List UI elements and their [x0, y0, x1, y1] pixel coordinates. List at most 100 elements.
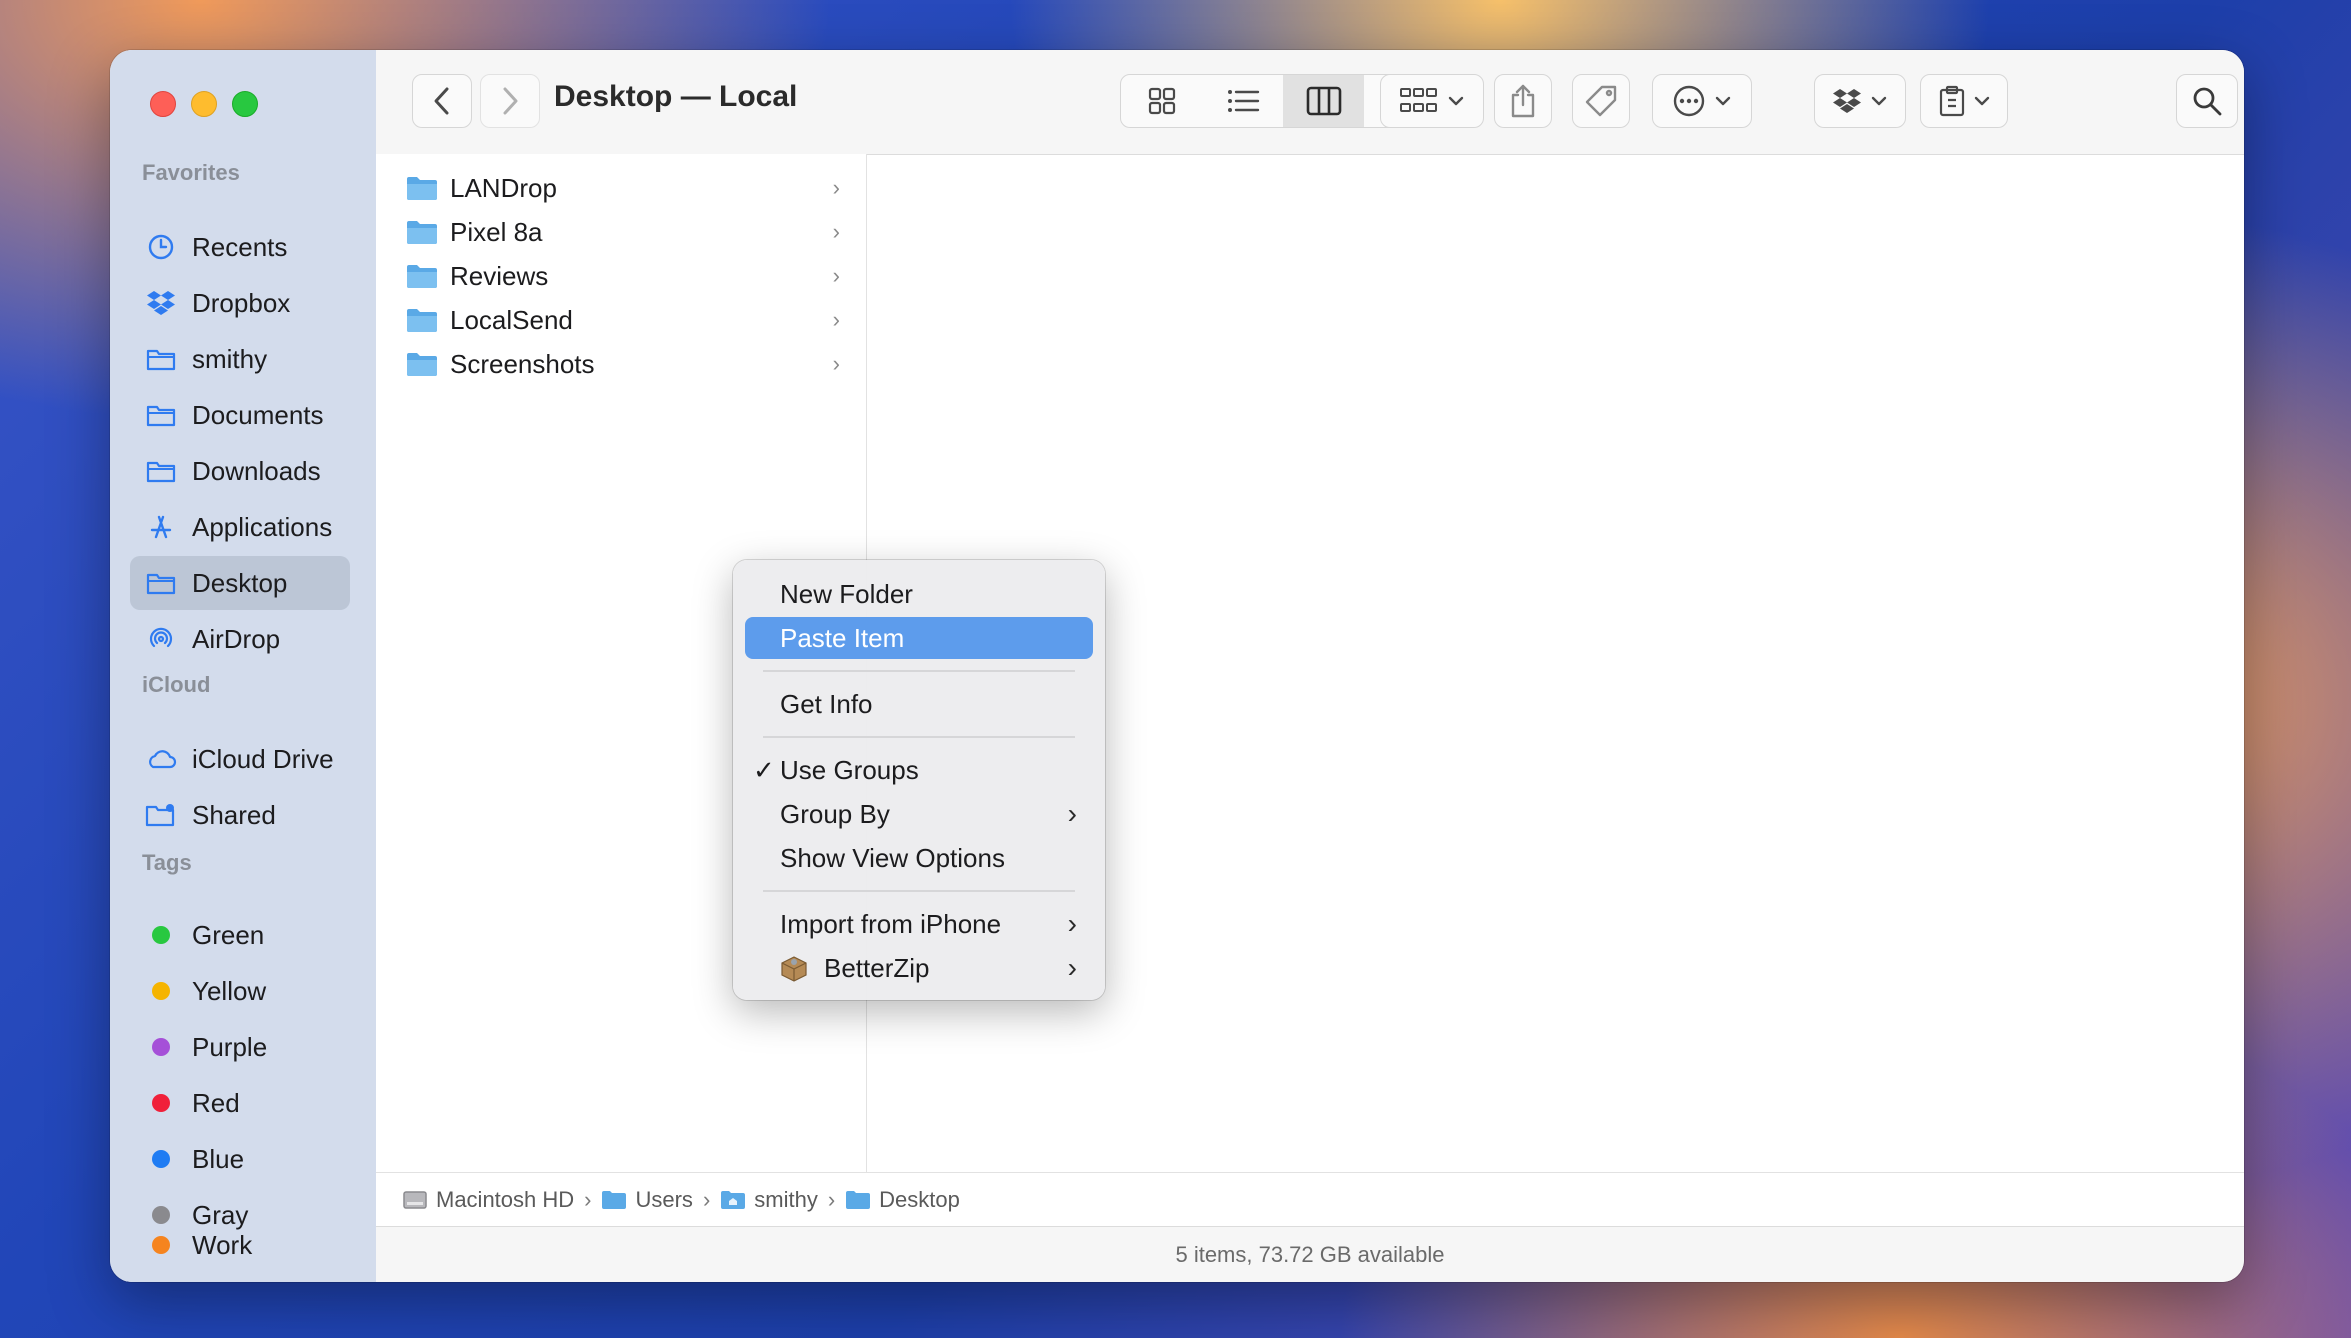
grid-icon [1148, 87, 1175, 115]
sidebar-item-applications[interactable]: Applications [130, 500, 350, 554]
sidebar-item-label: Recents [192, 231, 288, 262]
share-button[interactable] [1494, 74, 1552, 128]
sidebar-tag-red[interactable]: Red [130, 1076, 350, 1130]
sidebar-item-label: Yellow [192, 975, 267, 1006]
list-item[interactable]: Pixel 8a › [406, 210, 846, 254]
sidebar-item-downloads[interactable]: Downloads [130, 444, 350, 498]
list-item[interactable]: LANDrop › [406, 166, 846, 210]
path-crumb-macintosh-hd[interactable]: Macintosh HD [402, 1187, 574, 1213]
sidebar-item-shared[interactable]: Shared [130, 788, 350, 842]
menu-item-get-info[interactable]: Get Info [745, 683, 1093, 725]
menu-item-use-groups[interactable]: ✓ Use Groups [745, 749, 1093, 791]
chevron-down-icon [1715, 96, 1731, 106]
list-item[interactable]: LocalSend › [406, 298, 846, 342]
file-name: LANDrop [450, 172, 557, 203]
column-view-button[interactable] [1283, 75, 1364, 127]
list-view-button[interactable] [1202, 75, 1283, 127]
path-crumb-smithy[interactable]: smithy [720, 1187, 818, 1213]
sidebar-item-label: Work [192, 1229, 253, 1260]
path-label: smithy [754, 1186, 818, 1212]
sidebar-tag-green[interactable]: Green [130, 908, 350, 962]
menu-item-group-by[interactable]: Group By › [745, 793, 1093, 835]
sidebar-item-dropbox[interactable]: Dropbox [130, 276, 350, 330]
columns-icon [1306, 86, 1341, 116]
sidebar-item-airdrop[interactable]: AirDrop [130, 612, 350, 666]
clipboard-icon [1939, 85, 1965, 117]
chevron-down-icon [1974, 96, 1990, 106]
close-button[interactable] [150, 91, 176, 117]
hard-drive-icon [403, 1190, 427, 1209]
zoom-button[interactable] [232, 91, 258, 117]
menu-item-label: Show View Options [780, 842, 1005, 873]
status-text: 5 items, 73.72 GB available [1175, 1241, 1445, 1267]
sidebar-item-label: smithy [192, 343, 268, 374]
cloud-icon [144, 742, 178, 776]
chevron-right-icon: › [832, 263, 840, 288]
back-button[interactable] [412, 74, 472, 128]
applications-icon [144, 510, 178, 544]
folder-icon [144, 454, 178, 488]
submenu-arrow-icon: › [1067, 908, 1077, 939]
window-title: Desktop — Local [554, 80, 798, 113]
submenu-arrow-icon: › [1067, 798, 1077, 829]
folder-icon [407, 265, 437, 288]
chevron-right-icon [503, 87, 518, 115]
search-button[interactable] [2176, 74, 2238, 128]
menu-item-paste-item[interactable]: Paste Item [745, 617, 1093, 659]
folder-icon [144, 566, 178, 600]
chevron-down-icon [1871, 96, 1887, 106]
sidebar-item-label: AirDrop [192, 623, 281, 654]
tags-button[interactable] [1572, 74, 1630, 128]
list-item[interactable]: Reviews › [406, 254, 846, 298]
submenu-arrow-icon: › [1067, 952, 1077, 983]
list-item[interactable]: Screenshots › [406, 342, 846, 386]
sidebar-tag-blue[interactable]: Blue [130, 1132, 350, 1186]
sidebar-item-label: Red [192, 1087, 240, 1118]
sidebar-item-documents[interactable]: Documents [130, 388, 350, 442]
menu-item-betterzip[interactable]: BetterZip › [745, 947, 1093, 989]
path-label: Users [635, 1186, 693, 1212]
tags-header: Tags [142, 850, 192, 875]
finder-window: Favorites Recents Dropbox smithy Documen… [110, 50, 2244, 1282]
path-separator: › [584, 1186, 592, 1212]
search-icon [2193, 87, 2222, 116]
menu-item-import-from-iphone[interactable]: Import from iPhone › [745, 903, 1093, 945]
menu-separator [763, 670, 1075, 672]
folder-icon [407, 309, 437, 332]
status-bar: 5 items, 73.72 GB available [376, 1226, 2244, 1282]
sidebar-tag-purple[interactable]: Purple [130, 1020, 350, 1074]
sidebar-item-desktop[interactable]: Desktop [130, 556, 350, 610]
sidebar-item-recents[interactable]: Recents [130, 220, 350, 274]
icon-view-button[interactable] [1121, 75, 1202, 127]
tag-dot [152, 1236, 170, 1254]
menu-separator [763, 736, 1075, 738]
shared-folder-icon [144, 798, 178, 832]
menu-item-label: Group By [780, 798, 890, 829]
menu-item-new-folder[interactable]: New Folder [745, 573, 1093, 615]
more-icon [1673, 85, 1705, 117]
path-crumb-desktop[interactable]: Desktop [845, 1187, 960, 1213]
sidebar-item-label: iCloud Drive [192, 743, 334, 774]
minimize-button[interactable] [191, 91, 217, 117]
group-by-button[interactable] [1380, 74, 1484, 128]
sidebar-item-icloud-drive[interactable]: iCloud Drive [130, 732, 350, 786]
path-label: Macintosh HD [436, 1186, 575, 1212]
icloud-header: iCloud [142, 672, 211, 697]
sidebar-item-smithy[interactable]: smithy [130, 332, 350, 386]
path-crumb-users[interactable]: Users [601, 1186, 693, 1213]
chevron-right-icon: › [832, 307, 840, 332]
window-controls [150, 91, 258, 117]
action-button[interactable] [1652, 74, 1752, 128]
dropbox-button[interactable] [1814, 74, 1906, 128]
home-folder-icon [721, 1190, 746, 1209]
sidebar-tag-yellow[interactable]: Yellow [130, 964, 350, 1018]
forward-button[interactable] [480, 74, 540, 128]
copy-path-button[interactable] [1920, 74, 2008, 128]
menu-item-show-view-options[interactable]: Show View Options [745, 837, 1093, 879]
folder-icon [144, 342, 178, 376]
path-separator: › [827, 1186, 836, 1212]
tag-dot [152, 1038, 170, 1056]
dropbox-icon [144, 286, 178, 320]
sidebar-item-label: Downloads [192, 455, 321, 486]
sidebar-tag-work[interactable]: Work [130, 1218, 350, 1272]
